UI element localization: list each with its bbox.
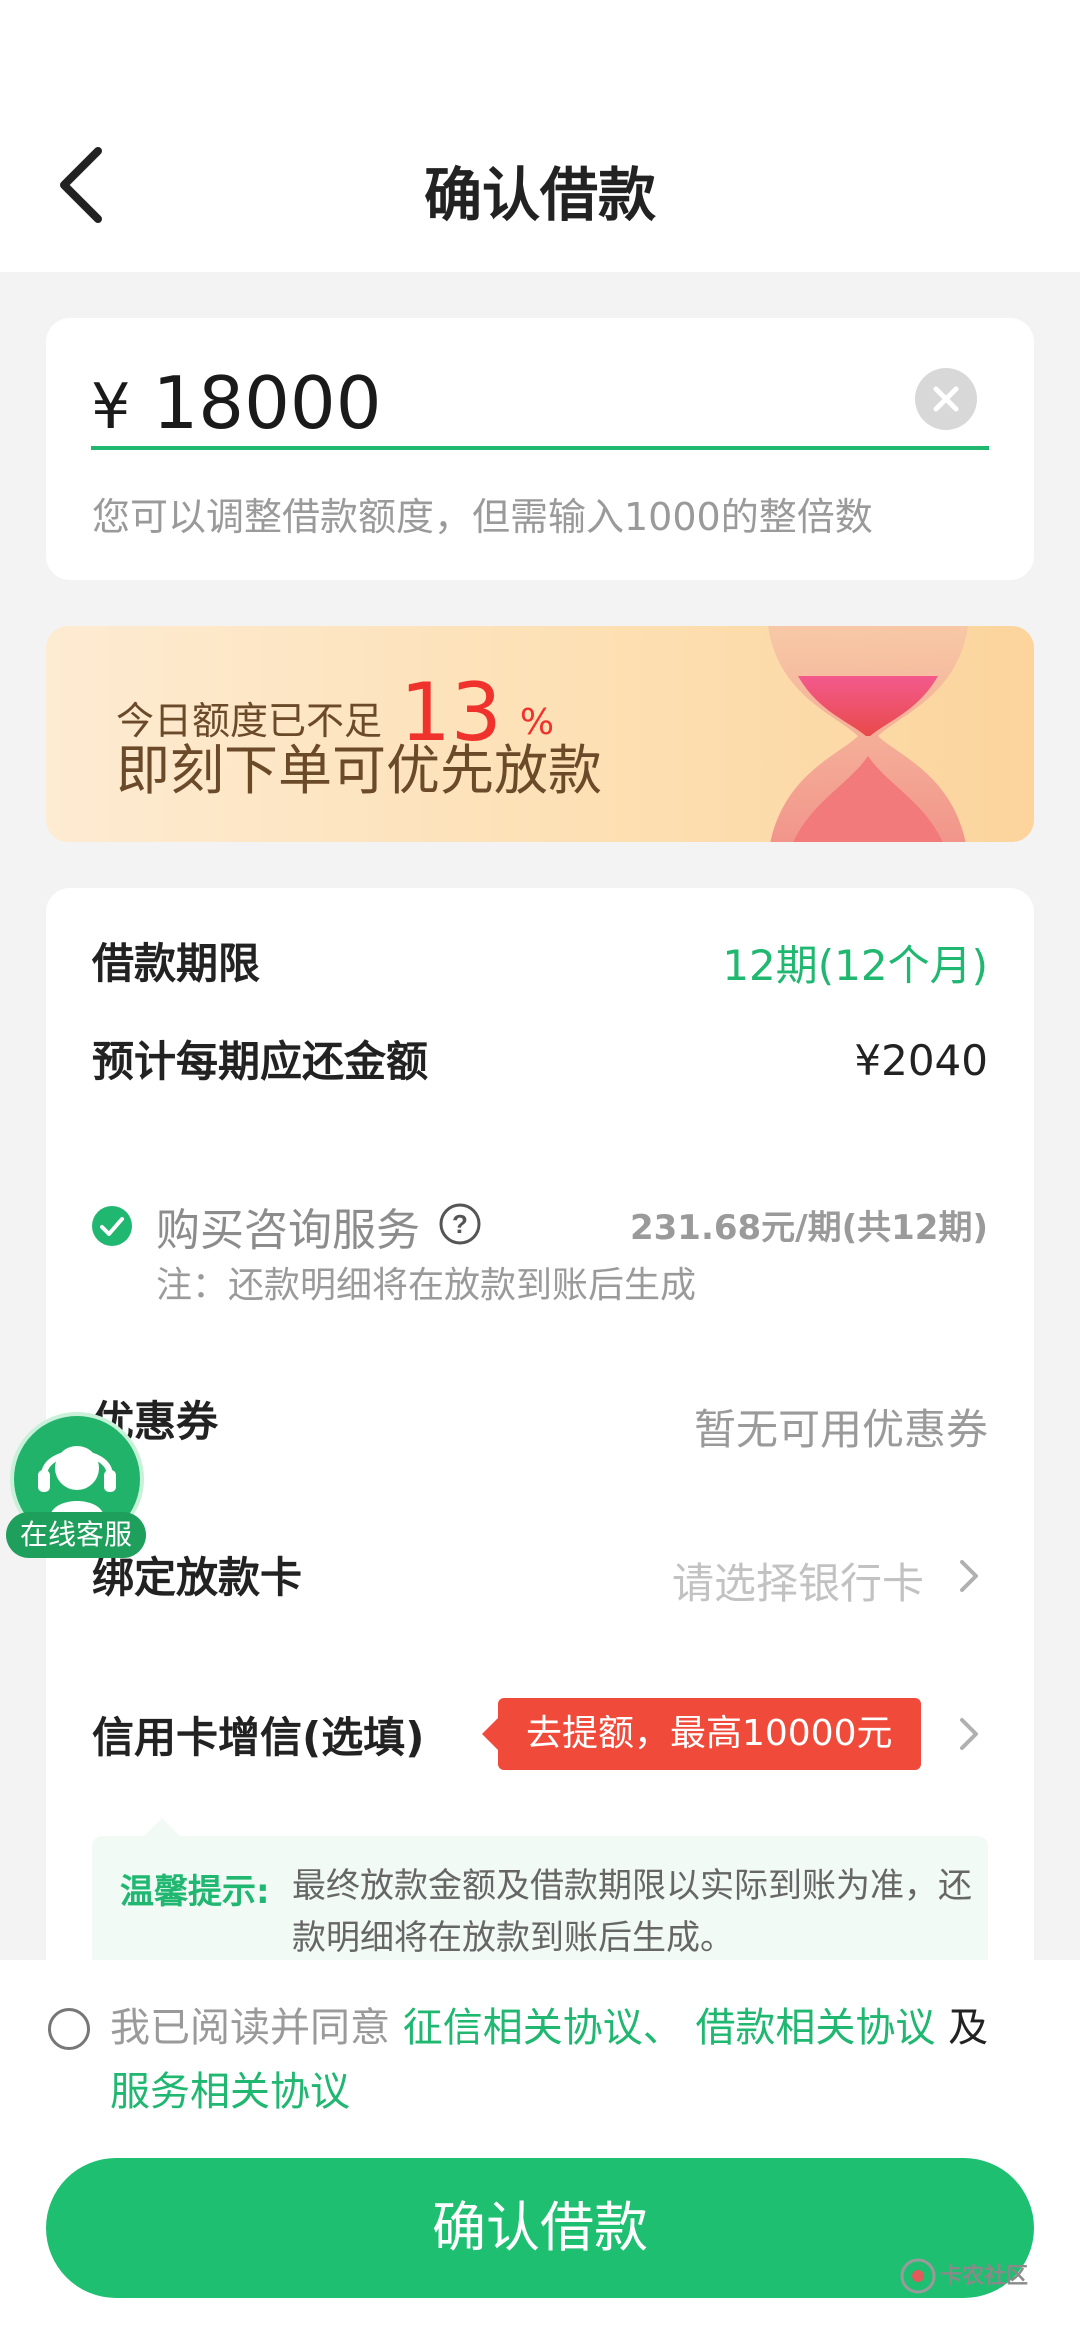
customer-service-button[interactable]: 在线客服 <box>6 1412 146 1558</box>
top-bar: 确认借款 <box>0 0 1080 272</box>
bank-card-select[interactable]: 请选择银行卡 <box>672 1550 924 1611</box>
credit-card-label: 信用卡增信(选填) <box>92 1713 425 1762</box>
clear-amount-button[interactable] <box>915 368 977 430</box>
customer-service-label: 在线客服 <box>6 1512 146 1558</box>
agreement-joiner: 及 <box>948 2005 989 2051</box>
repay-label: 预计每期应还金额 <box>92 1037 429 1086</box>
chevron-right-icon[interactable] <box>954 1556 984 1596</box>
agreement-text: 我已阅读并同意 征信相关协议、 借款相关协议 及 服务相关协议 <box>110 1996 1010 2124</box>
amount-card: ¥18000 您可以调整借款额度，但需输入1000的整倍数 <box>46 318 1034 580</box>
credit-agreement-link[interactable]: 征信相关协议、 <box>403 2005 683 2051</box>
amount-value: 18000 <box>152 361 382 445</box>
agreement-prefix: 我已阅读并同意 <box>110 2005 390 2051</box>
svg-text:?: ? <box>452 1209 468 1239</box>
quota-banner: 今日额度已不足 13% 即刻下单可优先放款 <box>46 626 1034 842</box>
amount-input[interactable]: ¥18000 <box>91 358 382 452</box>
confirm-loan-button[interactable]: 确认借款 <box>46 2158 1034 2298</box>
watermark-text: 卡农社区 <box>940 2264 1029 2289</box>
term-label: 借款期限 <box>92 939 261 988</box>
watermark-logo-icon <box>900 2258 936 2294</box>
page-title: 确认借款 <box>423 161 656 229</box>
banner-line2: 即刻下单可优先放款 <box>116 739 602 802</box>
close-icon <box>933 386 959 412</box>
service-price: 231.68元/期(共12期) <box>629 1208 988 1248</box>
chevron-right-icon[interactable] <box>954 1714 984 1754</box>
service-checked-icon[interactable] <box>92 1206 132 1246</box>
hourglass-icon <box>768 626 968 842</box>
loan-agreement-link[interactable]: 借款相关协议 <box>695 2005 935 2051</box>
amount-hint: 您可以调整借款额度，但需输入1000的整倍数 <box>92 495 873 539</box>
credit-promo-tag[interactable]: 去提额，最高10000元 <box>482 1698 921 1770</box>
help-icon[interactable]: ? <box>438 1202 482 1246</box>
term-value[interactable]: 12期(12个月) <box>722 932 988 993</box>
watermark: 卡农社区 <box>900 2256 1040 2296</box>
currency-symbol: ¥ <box>91 370 131 443</box>
coupon-value[interactable]: 暂无可用优惠券 <box>694 1396 988 1457</box>
loan-details-card: 借款期限 12期(12个月) 预计每期应还金额 ¥2040 购买咨询服务 ? 2… <box>46 888 1034 2008</box>
agree-checkbox[interactable] <box>48 2008 90 2050</box>
amount-input-row[interactable]: ¥18000 <box>91 358 989 450</box>
repay-value: ¥2040 <box>854 1036 988 1085</box>
tip-text: 最终放款金额及借款期限以实际到账为准，还款明细将在放款到账后生成。 <box>292 1866 972 1958</box>
service-agreement-link[interactable]: 服务相关协议 <box>110 2069 350 2115</box>
service-note: 注：还款明细将在放款到账后生成 <box>156 1265 697 1306</box>
service-label: 购买咨询服务 <box>156 1205 420 1256</box>
tip-title: 温馨提示: <box>120 1872 270 1912</box>
